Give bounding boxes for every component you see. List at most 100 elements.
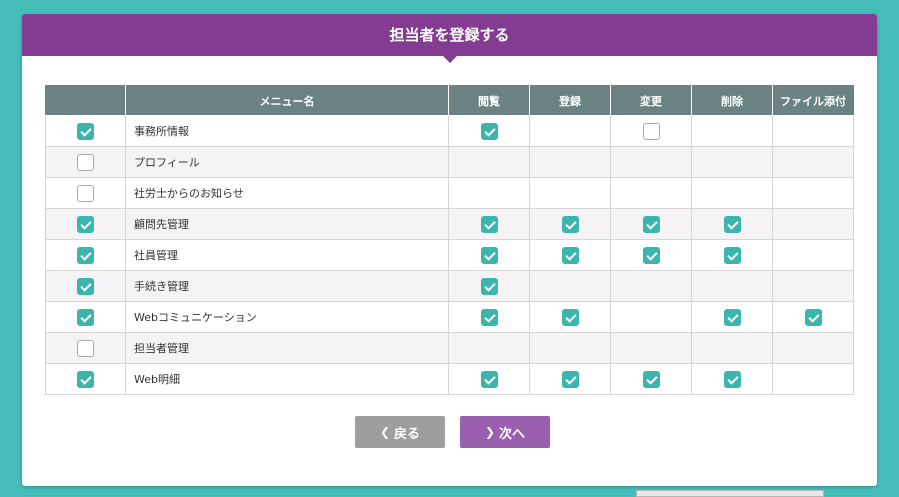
cell-edit — [610, 115, 692, 147]
header-menu-name: メニュー名 — [125, 85, 449, 116]
cell-delete — [691, 146, 773, 178]
back-button[interactable]: ❮ 戻る — [355, 416, 445, 448]
cell-edit — [610, 332, 692, 364]
edit-permission-checkbox[interactable] — [642, 122, 660, 140]
cell-delete — [691, 239, 773, 271]
menu-name-cell: 顧問先管理 — [125, 208, 449, 240]
view-permission-checkbox[interactable] — [480, 277, 498, 295]
cell-select — [45, 115, 126, 147]
header-attachment: ファイル添付 — [772, 85, 854, 116]
menu-name-cell: 社労士からのお知らせ — [125, 177, 449, 209]
cell-view — [448, 301, 530, 333]
menu-enable-checkbox[interactable] — [77, 184, 94, 202]
view-permission-checkbox[interactable] — [480, 370, 498, 388]
menu-name-cell: 社員管理 — [125, 239, 449, 271]
back-button-label: 戻る — [394, 426, 421, 442]
table-row: 社労士からのお知らせ — [45, 177, 854, 209]
cell-view — [448, 146, 530, 178]
menu-enable-checkbox[interactable] — [77, 370, 94, 388]
cell-edit — [610, 363, 692, 395]
menu-name-cell: Web明細 — [125, 363, 449, 395]
menu-enable-checkbox[interactable] — [77, 339, 94, 357]
table-row: プロフィール — [45, 146, 854, 178]
cell-view — [448, 332, 530, 364]
cell-edit — [610, 301, 692, 333]
register-permission-checkbox[interactable] — [561, 370, 579, 388]
delete-permission-checkbox[interactable] — [723, 246, 741, 264]
menu-enable-checkbox[interactable] — [77, 153, 94, 171]
register-permission-checkbox[interactable] — [561, 308, 579, 326]
view-permission-checkbox[interactable] — [480, 246, 498, 264]
cell-edit — [610, 270, 692, 302]
permission-table: メニュー名 閲覧 登録 変更 削除 ファイル添付 事務所情報 プロフィール 社労士か… — [45, 85, 854, 395]
register-permission-checkbox[interactable] — [561, 215, 579, 233]
header-view: 閲覧 — [448, 85, 530, 116]
cell-register — [529, 146, 611, 178]
cell-edit — [610, 146, 692, 178]
edit-permission-checkbox[interactable] — [642, 370, 660, 388]
delete-permission-checkbox[interactable] — [723, 308, 741, 326]
header-select — [45, 85, 126, 116]
delete-permission-checkbox[interactable] — [723, 370, 741, 388]
cell-register — [529, 332, 611, 364]
table-row: Webコミュニケーション — [45, 301, 854, 333]
menu-enable-checkbox[interactable] — [77, 246, 94, 264]
cell-register — [529, 363, 611, 395]
cell-view — [448, 270, 530, 302]
register-staff-panel: 担当者を登録する メニュー名 閲覧 登録 変更 削除 ファイル添付 事務所情報プ… — [22, 14, 877, 486]
cell-select — [45, 177, 126, 209]
next-button-label: 次へ — [499, 426, 526, 442]
chevron-right-icon: ❯ — [484, 425, 496, 439]
menu-name-cell: 担当者管理 — [125, 332, 449, 364]
cell-attachment — [772, 177, 854, 209]
menu-name-cell: 事務所情報 — [125, 115, 449, 147]
cell-register — [529, 270, 611, 302]
delete-permission-checkbox[interactable] — [723, 215, 741, 233]
view-permission-checkbox[interactable] — [480, 122, 498, 140]
view-permission-checkbox[interactable] — [480, 308, 498, 326]
cell-view — [448, 177, 530, 209]
header-register: 登録 — [529, 85, 611, 116]
cell-select — [45, 301, 126, 333]
menu-name-cell: Webコミュニケーション — [125, 301, 449, 333]
cell-delete — [691, 270, 773, 302]
register-permission-checkbox[interactable] — [561, 246, 579, 264]
table-header-row: メニュー名 閲覧 登録 変更 削除 ファイル添付 — [45, 85, 854, 116]
cell-attachment — [772, 363, 854, 395]
table-row: 社員管理 — [45, 239, 854, 271]
table-row: Web明細 — [45, 363, 854, 395]
cell-attachment — [772, 146, 854, 178]
cell-delete — [691, 363, 773, 395]
table-row: 顧問先管理 — [45, 208, 854, 240]
cell-delete — [691, 332, 773, 364]
menu-enable-checkbox[interactable] — [77, 277, 94, 295]
table-row: 事務所情報 — [45, 115, 854, 147]
cell-delete — [691, 208, 773, 240]
cell-attachment — [772, 239, 854, 271]
cell-delete — [691, 301, 773, 333]
edit-permission-checkbox[interactable] — [642, 246, 660, 264]
attachment-permission-checkbox[interactable] — [804, 308, 822, 326]
cell-view — [448, 363, 530, 395]
menu-enable-checkbox[interactable] — [77, 122, 94, 140]
cell-register — [529, 301, 611, 333]
cell-attachment — [772, 115, 854, 147]
header-delete: 削除 — [691, 85, 773, 116]
cell-view — [448, 115, 530, 147]
cell-select — [45, 208, 126, 240]
menu-enable-checkbox[interactable] — [77, 215, 94, 233]
cell-register — [529, 208, 611, 240]
menu-name-cell: プロフィール — [125, 146, 449, 178]
table-row: 手続き管理 — [45, 270, 854, 302]
cell-edit — [610, 239, 692, 271]
view-permission-checkbox[interactable] — [480, 215, 498, 233]
cell-select — [45, 363, 126, 395]
next-button[interactable]: ❯ 次へ — [460, 416, 550, 448]
edit-permission-checkbox[interactable] — [642, 215, 660, 233]
chevron-left-icon: ❮ — [379, 425, 391, 439]
cell-delete — [691, 115, 773, 147]
cell-edit — [610, 177, 692, 209]
menu-enable-checkbox[interactable] — [77, 308, 94, 326]
cell-attachment — [772, 270, 854, 302]
cell-edit — [610, 208, 692, 240]
